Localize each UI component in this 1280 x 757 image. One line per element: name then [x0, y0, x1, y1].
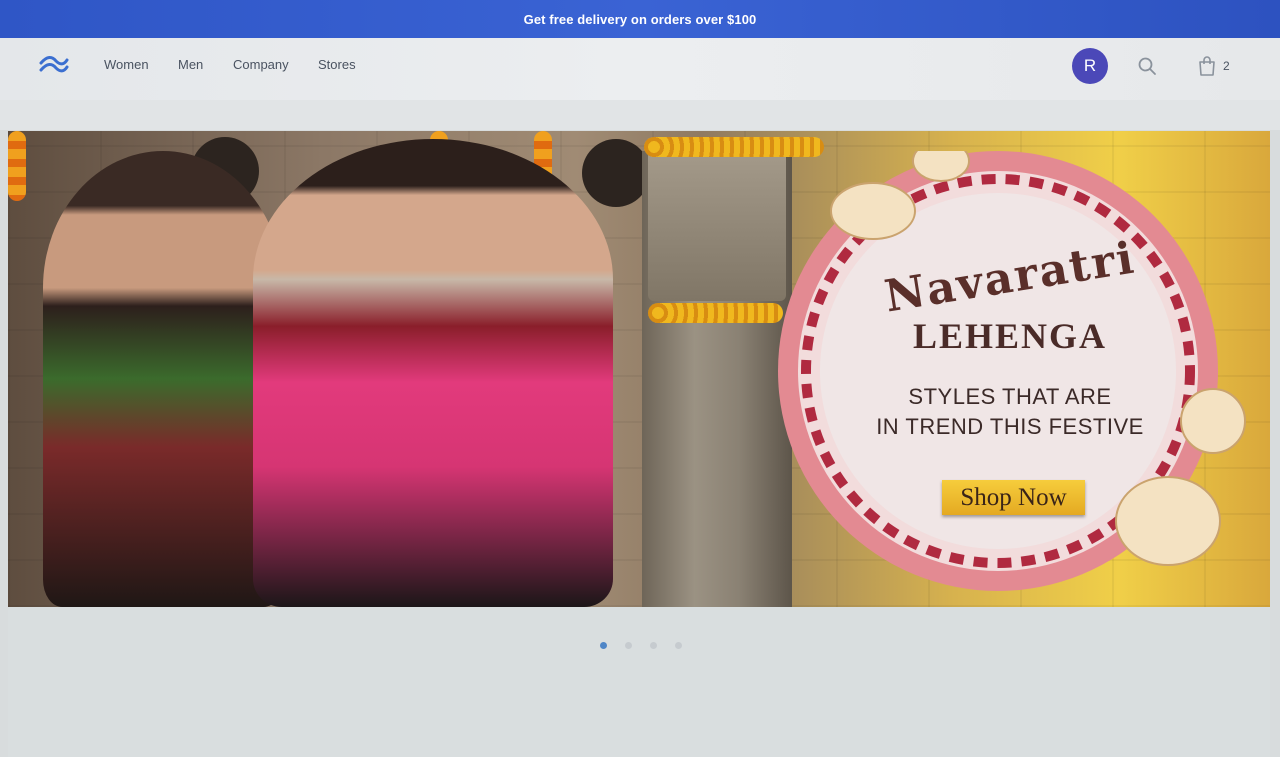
hero-subtitle-line1: STYLES THAT ARE	[908, 384, 1112, 409]
top-navigation: Women Men Company Stores R 2	[0, 38, 1280, 100]
hero-banner[interactable]: Navaratri LEHENGA STYLES THAT ARE IN TRE…	[8, 131, 1270, 607]
carousel-dot-2[interactable]	[625, 642, 632, 649]
carousel-dot-4[interactable]	[675, 642, 682, 649]
pillar-capital	[648, 151, 786, 301]
nav-link-men[interactable]: Men	[178, 57, 203, 72]
page-content-area	[8, 607, 1270, 757]
promo-text: Get free delivery on orders over $100	[523, 11, 757, 27]
promo-banner: Get free delivery on orders over $100	[0, 0, 1280, 38]
hero-subtitle-line2: IN TREND THIS FESTIVE	[876, 414, 1144, 439]
carousel-dot-3[interactable]	[650, 642, 657, 649]
search-icon[interactable]	[1137, 56, 1157, 76]
model-image-left	[43, 151, 283, 607]
carousel-indicators	[600, 642, 690, 650]
header-divider	[0, 100, 1280, 130]
cart-count[interactable]: 2	[1223, 59, 1230, 73]
marigold-garland	[8, 131, 26, 201]
avatar-initial: R	[1083, 56, 1097, 75]
brand-logo-icon[interactable]	[38, 53, 70, 77]
nav-link-women[interactable]: Women	[104, 57, 149, 72]
offer-badge	[778, 151, 1246, 591]
marigold-garland	[648, 303, 783, 323]
nav-link-stores[interactable]: Stores	[318, 57, 356, 72]
nav-link-company[interactable]: Company	[233, 57, 289, 72]
shopping-bag-icon[interactable]	[1197, 55, 1217, 77]
model-image-right	[253, 139, 613, 607]
carousel-dot-1[interactable]	[600, 642, 607, 649]
user-avatar[interactable]: R	[1072, 48, 1108, 84]
hero-title: LEHENGA	[912, 316, 1108, 356]
shop-now-button[interactable]: Shop Now	[942, 480, 1085, 515]
